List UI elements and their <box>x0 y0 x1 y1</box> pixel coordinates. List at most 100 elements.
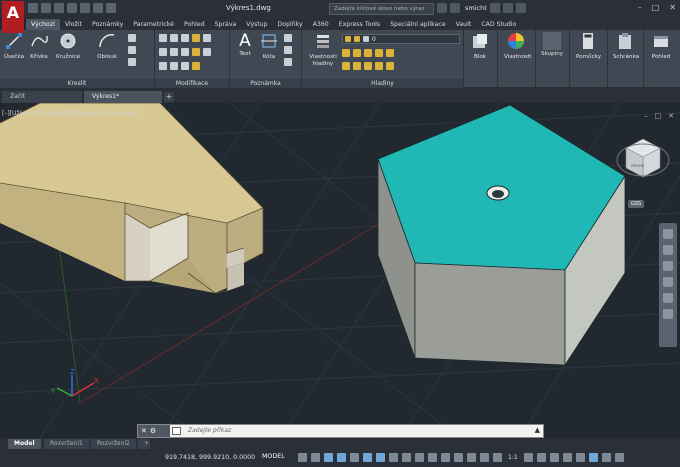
command-input[interactable]: Zadejte příkaz <box>188 427 231 434</box>
hardware-acceleration-icon[interactable] <box>588 453 598 462</box>
wcs-menu[interactable]: GSS <box>628 200 645 208</box>
layer-dropdown[interactable]: 0 <box>342 34 460 44</box>
move-icon[interactable] <box>159 34 167 42</box>
viewcube[interactable]: PŘEDNÍ <box>616 138 670 178</box>
navbar-menu-icon[interactable] <box>663 309 673 319</box>
units-icon[interactable] <box>549 453 559 462</box>
maximize-icon[interactable]: □ <box>652 3 660 12</box>
command-prompt-icon[interactable] <box>172 427 181 435</box>
polar-icon[interactable] <box>337 453 346 462</box>
fillet-icon[interactable] <box>181 48 189 56</box>
coordinates-readout[interactable]: 919.7418, 999.9210, 0.0000 <box>165 454 255 461</box>
transparency-icon[interactable] <box>402 453 411 462</box>
rotate-icon[interactable] <box>170 34 178 42</box>
user-name[interactable]: smicht <box>465 4 487 12</box>
layer-properties-button[interactable]: Vlastnosti hladiny <box>306 32 340 68</box>
drawing-viewport[interactable]: X Z Y PŘEDNÍ [–][Uživatelský pohled][Stí… <box>0 103 680 438</box>
mirror-icon-2[interactable] <box>170 48 178 56</box>
draw-panel-label[interactable]: Kreslit <box>0 79 154 88</box>
binoculars-icon[interactable] <box>437 3 447 13</box>
arc-button[interactable]: Oblouk <box>95 32 119 61</box>
tab-layout2[interactable]: Rozvržení2 <box>91 439 136 449</box>
open-icon[interactable] <box>41 3 51 13</box>
clean-screen-icon[interactable] <box>601 453 611 462</box>
pentagon-prism-solid[interactable] <box>377 104 626 367</box>
minimize-icon[interactable]: – <box>638 3 642 12</box>
hatch-icon[interactable] <box>128 46 136 54</box>
layer-tool-8-icon[interactable] <box>364 62 372 70</box>
redo-icon[interactable] <box>106 3 116 13</box>
save-icon[interactable] <box>54 3 64 13</box>
layer-tool-10-icon[interactable] <box>386 62 394 70</box>
cart-icon[interactable] <box>489 3 500 13</box>
copy-icon[interactable] <box>159 48 167 56</box>
close-icon[interactable]: ✕ <box>669 3 676 12</box>
leader-icon[interactable] <box>284 34 292 42</box>
model-space-toggle[interactable]: MODEL <box>262 453 285 460</box>
selection-cycling-icon[interactable] <box>415 453 424 462</box>
tab-annotate[interactable]: Poznámky <box>87 19 128 30</box>
selection-filter-icon[interactable] <box>454 453 463 462</box>
add-layout-icon[interactable]: + <box>138 439 150 449</box>
zoom-icon[interactable] <box>663 261 673 271</box>
quick-properties-icon[interactable] <box>562 453 572 462</box>
circle-button[interactable]: Kružnice <box>56 32 80 61</box>
polyline-button[interactable]: Křivka <box>27 32 51 61</box>
help-icon[interactable] <box>515 3 526 13</box>
offset-icon[interactable] <box>203 48 211 56</box>
annotation-panel-label[interactable]: Poznámka <box>230 79 301 88</box>
3d-osnap-icon[interactable] <box>428 453 437 462</box>
tab-home[interactable]: Výchozí <box>26 19 60 30</box>
rectangle-icon[interactable] <box>128 34 136 42</box>
auto-scale-icon[interactable] <box>493 453 502 462</box>
block-button[interactable]: Blok <box>468 32 492 61</box>
markup-icon[interactable] <box>284 58 292 66</box>
tab-express-tools[interactable]: Express Tools <box>334 19 385 30</box>
new-tab-icon[interactable]: + <box>164 92 174 102</box>
tab-model[interactable]: Model <box>8 439 41 449</box>
print-icon[interactable] <box>80 3 90 13</box>
osnap-icon[interactable] <box>376 453 385 462</box>
tab-parametric[interactable]: Parametrické <box>128 19 179 30</box>
layer-tool-5-icon[interactable] <box>386 49 394 57</box>
tab-view[interactable]: Pohled <box>179 19 210 30</box>
tab-a360[interactable]: A360 <box>308 19 334 30</box>
groups-button[interactable]: Skupiny <box>540 32 564 58</box>
tab-manage[interactable]: Správa <box>210 19 242 30</box>
layer-tool-7-icon[interactable] <box>353 62 361 70</box>
modify-panel-label[interactable]: Modifikace <box>155 79 229 88</box>
grid-icon[interactable] <box>298 453 307 462</box>
layer-tool-9-icon[interactable] <box>375 62 383 70</box>
snap-icon[interactable] <box>311 453 320 462</box>
save-as-icon[interactable] <box>67 3 77 13</box>
tab-addins[interactable]: Doplňky <box>273 19 308 30</box>
join-icon[interactable] <box>192 62 200 70</box>
annotation-monitor-icon[interactable] <box>536 453 546 462</box>
isodraft-icon[interactable] <box>350 453 359 462</box>
command-close-icon[interactable]: ✕ <box>141 427 147 435</box>
table-icon[interactable] <box>284 46 292 54</box>
lineweight-icon[interactable] <box>389 453 398 462</box>
view-button[interactable]: Pohled <box>649 32 673 61</box>
tab-cad-studio[interactable]: CAD Studio <box>476 19 521 30</box>
stretch-icon[interactable] <box>159 62 167 70</box>
tab-output[interactable]: Výstup <box>241 19 272 30</box>
osnap-tracking-icon[interactable] <box>363 453 372 462</box>
clipboard-button[interactable]: Schránka <box>613 32 639 61</box>
layers-panel-label[interactable]: Hladiny <box>302 79 463 88</box>
erase-icon[interactable] <box>192 34 200 42</box>
user-icon[interactable] <box>450 3 460 13</box>
gizmo-icon[interactable] <box>467 453 476 462</box>
tab-insert[interactable]: Vložit <box>60 19 87 30</box>
tab-drawing[interactable]: Výkres1* <box>84 91 162 103</box>
undo-icon[interactable] <box>93 3 103 13</box>
workspace-icon[interactable] <box>523 453 533 462</box>
application-menu-button[interactable]: A <box>2 1 24 33</box>
annotation-scale[interactable]: 1:1 <box>508 454 518 461</box>
annotation-visibility-icon[interactable] <box>480 453 489 462</box>
layer-tool-6-icon[interactable] <box>342 62 350 70</box>
tab-layout1[interactable]: Rozvržení1 <box>44 439 89 449</box>
tab-special-apps[interactable]: Speciální aplikace <box>385 19 451 30</box>
properties-button[interactable]: Vlastnosti <box>504 32 532 61</box>
viewport-close-icon[interactable]: ✕ <box>668 112 674 120</box>
